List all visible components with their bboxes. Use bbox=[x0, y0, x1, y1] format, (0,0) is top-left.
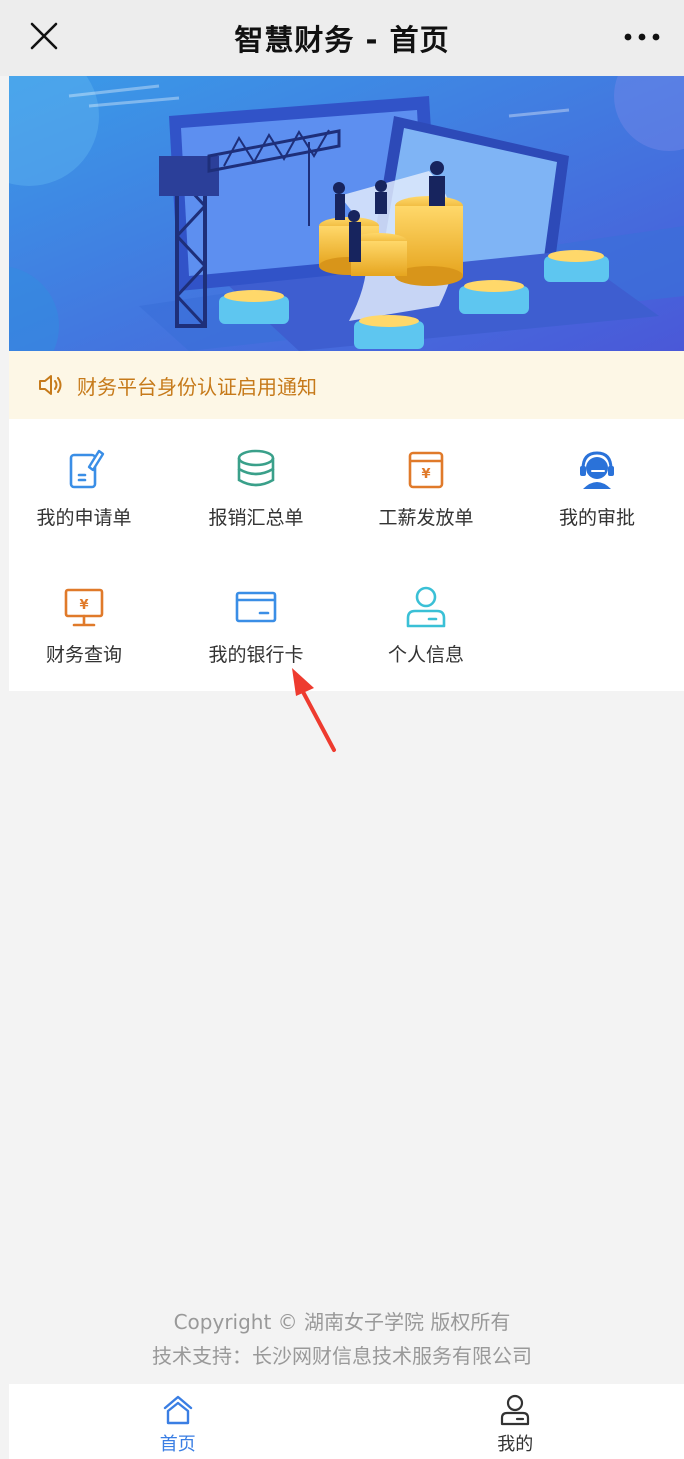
close-icon[interactable] bbox=[26, 18, 62, 54]
tab-label: 我的 bbox=[497, 1434, 534, 1455]
menu-item-finance-query[interactable]: ¥ 财务查询 bbox=[9, 584, 159, 684]
menu-item-my-bank-card[interactable]: 我的银行卡 bbox=[181, 584, 331, 684]
menu-label: 我的申请单 bbox=[36, 507, 132, 529]
coin-stack-icon bbox=[237, 449, 275, 487]
more-icon[interactable] bbox=[622, 22, 662, 52]
headset-icon bbox=[580, 451, 614, 489]
salary-box-icon: ¥ bbox=[408, 451, 444, 489]
user-icon bbox=[406, 586, 446, 628]
support-text: 技术支持：长沙网财信息技术服务有限公司 bbox=[152, 1344, 532, 1368]
banner-illustration bbox=[9, 76, 684, 351]
tab-home[interactable]: 首页 bbox=[9, 1384, 347, 1459]
svg-text:¥: ¥ bbox=[421, 467, 430, 482]
menu-label: 财务查询 bbox=[45, 644, 122, 666]
notice-text: 财务平台身份认证启用通知 bbox=[77, 374, 317, 399]
speaker-icon bbox=[39, 375, 62, 395]
menu-item-salary-payment[interactable]: ¥ 工薪发放单 bbox=[351, 447, 501, 547]
profile-icon bbox=[501, 1394, 530, 1426]
menu-label: 我的银行卡 bbox=[208, 644, 304, 666]
notice-bar[interactable]: 财务平台身份认证启用通知 bbox=[9, 351, 684, 419]
menu-item-my-applications[interactable]: 我的申请单 bbox=[9, 447, 159, 547]
title-bar: 智慧财务 - 首页 bbox=[0, 0, 684, 76]
tab-mine[interactable]: 我的 bbox=[347, 1384, 684, 1459]
menu-item-reimbursement-summary[interactable]: 报销汇总单 bbox=[181, 447, 331, 547]
bank-card-icon bbox=[235, 591, 277, 623]
menu-item-my-approvals[interactable]: 我的审批 bbox=[522, 447, 672, 547]
tab-label: 首页 bbox=[159, 1434, 196, 1455]
menu-label: 我的审批 bbox=[558, 507, 635, 529]
form-edit-icon bbox=[69, 449, 105, 489]
menu-grid: 我的申请单 报销汇总单 ¥ 工薪发放单 我的审批 ¥ 财务查询 我的银行卡 个人… bbox=[9, 419, 684, 691]
menu-item-personal-info[interactable]: 个人信息 bbox=[351, 584, 501, 684]
menu-label: 报销汇总单 bbox=[208, 507, 304, 529]
page-title: 智慧财务 - 首页 bbox=[234, 23, 450, 57]
menu-label: 工薪发放单 bbox=[378, 507, 474, 529]
menu-label: 个人信息 bbox=[387, 644, 464, 666]
svg-text:¥: ¥ bbox=[79, 598, 88, 613]
copyright-text: Copyright © 湖南女子学院 版权所有 bbox=[173, 1310, 511, 1334]
monitor-yen-icon: ¥ bbox=[64, 588, 104, 627]
home-icon bbox=[163, 1395, 192, 1425]
bottom-tab-bar: 首页 我的 bbox=[9, 1384, 684, 1459]
footer: Copyright © 湖南女子学院 版权所有 技术支持：长沙网财信息技术服务有… bbox=[0, 1305, 684, 1373]
